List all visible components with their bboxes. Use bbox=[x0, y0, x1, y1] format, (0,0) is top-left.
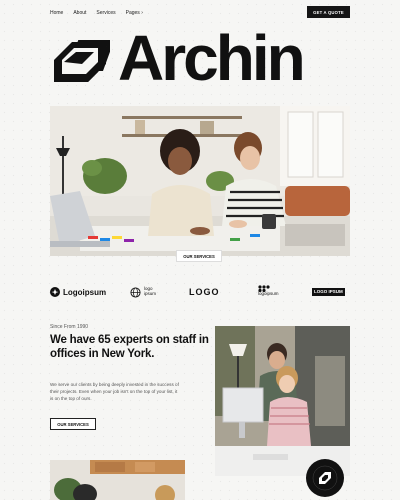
stacked-layers-icon bbox=[54, 40, 110, 82]
chevron-right-icon: › bbox=[141, 10, 143, 16]
nav-pages[interactable]: Pages › bbox=[126, 10, 143, 16]
client-logo-1-text: Logoipsum bbox=[63, 287, 107, 297]
client-logos: Logoipsum logo ipsum LOGO logoipsum LOGO… bbox=[50, 285, 350, 299]
globe-icon bbox=[130, 286, 141, 298]
nav-about[interactable]: About bbox=[73, 10, 86, 16]
top-nav: Home About Services Pages › bbox=[50, 10, 143, 16]
nav-pages-label: Pages bbox=[125, 10, 140, 16]
client-logo-5: LOGO IPSUM bbox=[312, 285, 345, 299]
hero-image bbox=[50, 106, 350, 256]
client-logo-3-text: LOGO bbox=[189, 287, 220, 297]
team-photo bbox=[215, 326, 350, 476]
about-body: We serve our clients by being deeply inv… bbox=[50, 382, 179, 402]
client-logo-2-text: logo ipsum bbox=[144, 286, 157, 296]
about-our-services-button[interactable]: OUR SERVICES bbox=[50, 418, 96, 430]
since-label: Since From 1990 bbox=[50, 324, 89, 330]
hero-our-services-button[interactable]: OUR SERVICES bbox=[176, 250, 222, 262]
client-logo-1: Logoipsum bbox=[50, 285, 106, 299]
nav-services[interactable]: Services bbox=[96, 10, 115, 16]
brand-name: Archin bbox=[118, 22, 306, 94]
client-logo-2: logo ipsum bbox=[130, 285, 162, 299]
circle-star-icon bbox=[50, 287, 60, 297]
about-headline: We have 65 experts on staff in offices i… bbox=[50, 334, 209, 360]
rotating-badge-icon bbox=[306, 459, 344, 497]
client-logo-3: LOGO bbox=[189, 285, 220, 299]
client-logo-4: logoipsum bbox=[258, 285, 279, 299]
box-icon: LOGO IPSUM bbox=[312, 287, 345, 297]
client-logo-4-text: logoipsum bbox=[258, 291, 279, 296]
get-a-quote-button[interactable]: GET A QUOTE bbox=[307, 6, 350, 18]
nav-home[interactable]: Home bbox=[50, 10, 63, 16]
office-photo bbox=[50, 460, 185, 500]
